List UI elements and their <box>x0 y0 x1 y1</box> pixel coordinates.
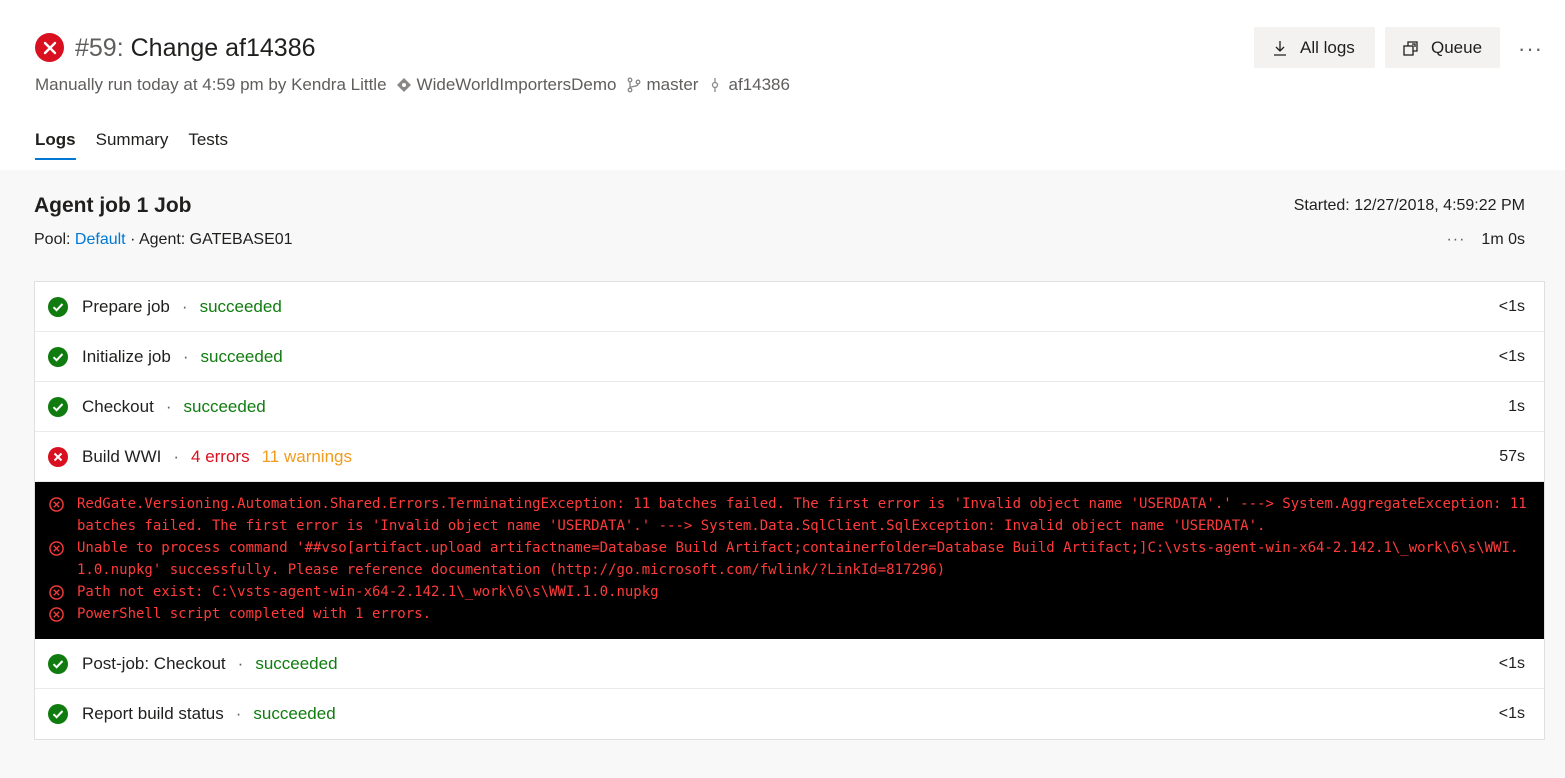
page-title: #59: Change af14386 <box>75 32 316 64</box>
step-row[interactable]: Prepare job · succeeded <1s <box>35 282 1544 332</box>
separator: · <box>235 704 242 723</box>
log-error-icon <box>49 537 65 559</box>
log-line: RedGate.Versioning.Automation.Shared.Err… <box>49 493 1530 537</box>
branch-link[interactable]: master <box>647 74 699 96</box>
success-icon <box>48 296 68 317</box>
tab-summary[interactable]: Summary <box>96 130 169 160</box>
queue-button[interactable]: Queue <box>1385 27 1500 68</box>
run-number: #59: <box>75 34 124 62</box>
log-error-icon <box>49 493 65 515</box>
tab-logs[interactable]: Logs <box>35 130 76 160</box>
run-header: #59: Change af14386 Manually run today a… <box>0 0 1565 170</box>
separator: · <box>165 396 172 416</box>
step-duration: <1s <box>1498 705 1525 722</box>
log-error-icon <box>49 581 65 603</box>
success-icon <box>48 653 68 674</box>
all-logs-label: All logs <box>1300 37 1355 57</box>
commit-link[interactable]: af14386 <box>728 74 789 96</box>
success-icon <box>48 346 68 367</box>
run-name: Change af14386 <box>130 34 316 62</box>
log-error-icon <box>49 603 65 625</box>
step-name: Checkout <box>82 396 154 416</box>
separator: · <box>181 296 188 316</box>
step-row[interactable]: Post-job: Checkout · succeeded <1s <box>35 639 1544 689</box>
more-actions-icon[interactable]: ··· <box>1518 36 1543 62</box>
job-content: Agent job 1 Job Pool: Default · Agent: G… <box>0 170 1565 778</box>
run-trigger-text: Manually run today at 4:59 pm by Kendra … <box>35 75 387 94</box>
step-row[interactable]: Checkout · succeeded 1s <box>35 382 1544 432</box>
tab-bar: Logs Summary Tests <box>35 130 248 160</box>
log-text: Path not exist: C:\vsts-agent-win-x64-2.… <box>77 584 659 600</box>
tab-tests[interactable]: Tests <box>188 130 228 160</box>
step-name: Prepare job <box>82 296 170 316</box>
separator: · <box>173 446 180 466</box>
step-status: succeeded <box>253 704 336 723</box>
step-list: Prepare job · succeeded <1s Initialize j… <box>34 281 1545 740</box>
error-log-panel: RedGate.Versioning.Automation.Shared.Err… <box>35 482 1544 639</box>
step-status: succeeded <box>255 653 338 673</box>
job-title: Agent job 1 Job <box>34 194 192 217</box>
warning-count: 11 warnings <box>261 446 352 466</box>
success-icon <box>48 396 68 417</box>
step-status: succeeded <box>200 346 283 366</box>
log-line: PowerShell script completed with 1 error… <box>49 603 1530 625</box>
error-icon <box>48 446 68 467</box>
error-count: 4 errors <box>191 446 250 466</box>
log-line: Path not exist: C:\vsts-agent-win-x64-2.… <box>49 581 1530 603</box>
pool-prefix: Pool: <box>34 231 71 248</box>
log-text: RedGate.Versioning.Automation.Shared.Err… <box>77 496 1536 534</box>
job-more-icon[interactable]: ··· <box>1446 231 1465 249</box>
log-text: PowerShell script completed with 1 error… <box>77 606 432 622</box>
step-duration: <1s <box>1498 654 1525 672</box>
job-duration: 1m 0s <box>1481 231 1525 248</box>
step-status: succeeded <box>199 296 282 316</box>
log-line: Unable to process command '##vso[artifac… <box>49 537 1530 581</box>
step-duration: 1s <box>1508 397 1525 415</box>
step-row-failed[interactable]: Build WWI · 4 errors 11 warnings 57s <box>35 432 1544 482</box>
download-icon <box>1270 38 1290 58</box>
all-logs-button[interactable]: All logs <box>1254 27 1375 68</box>
step-duration: <1s <box>1498 297 1525 315</box>
success-icon <box>48 704 68 724</box>
step-duration: <1s <box>1498 347 1525 365</box>
queue-label: Queue <box>1431 37 1483 57</box>
step-row[interactable]: Report build status · succeeded <1s <box>35 689 1544 739</box>
run-details: Manually run today at 4:59 pm by Kendra … <box>35 74 790 96</box>
step-name: Post-job: Checkout <box>82 653 226 673</box>
queue-icon <box>1401 38 1421 58</box>
log-text: Unable to process command '##vso[artifac… <box>77 540 1519 578</box>
repo-icon <box>395 76 413 94</box>
commit-icon <box>706 76 724 94</box>
branch-icon <box>625 76 643 94</box>
step-status: succeeded <box>183 396 266 416</box>
failed-status-icon <box>35 33 64 62</box>
separator: · <box>182 346 189 366</box>
step-name: Build WWI <box>82 446 162 466</box>
repo-link[interactable]: WideWorldImportersDemo <box>417 74 617 96</box>
separator: · <box>237 653 244 673</box>
pool-link[interactable]: Default <box>75 231 126 248</box>
job-started: Started: 12/27/2018, 4:59:22 PM <box>1293 197 1525 214</box>
step-duration: 57s <box>1499 447 1525 465</box>
step-name: Initialize job <box>82 346 171 366</box>
pool-info: Pool: Default · Agent: GATEBASE01 <box>34 231 293 249</box>
step-name: Report build status <box>82 704 224 723</box>
step-row[interactable]: Initialize job · succeeded <1s <box>35 332 1544 382</box>
agent-name: · Agent: GATEBASE01 <box>130 231 293 248</box>
job-duration-row: ··· 1m 0s <box>1446 231 1525 249</box>
